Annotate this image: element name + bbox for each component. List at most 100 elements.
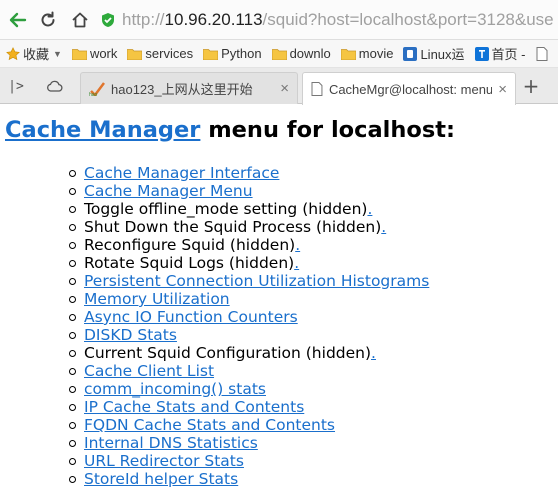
home-button[interactable] bbox=[68, 8, 92, 32]
menu-link[interactable]: StoreId helper Stats bbox=[84, 470, 238, 488]
menu-item[interactable]: Memory Utilization bbox=[69, 290, 429, 308]
page-title: Cache Manager menu for localhost: bbox=[5, 117, 455, 143]
bookmark-linux[interactable]: Linux运 bbox=[403, 44, 465, 63]
menu-item[interactable]: Cache Manager Menu bbox=[69, 182, 429, 200]
menu-link[interactable]: DISKD Stats bbox=[84, 326, 177, 344]
bullet-icon bbox=[69, 278, 76, 285]
menu-link[interactable]: Async IO Function Counters bbox=[84, 308, 298, 326]
bookmark-label: 首页 - bbox=[491, 47, 526, 62]
bookmark-label: services bbox=[145, 46, 194, 61]
tab-bar: |> hao hao123_上网从这里开始 × CacheMgr@localho… bbox=[0, 68, 558, 105]
menu-link[interactable]: FQDN Cache Stats and Contents bbox=[84, 416, 335, 434]
address-bar: http://10.96.20.113/squid?host=localhost… bbox=[0, 0, 558, 40]
menu-item[interactable]: Cache Client List bbox=[69, 362, 429, 380]
bullet-icon bbox=[69, 296, 76, 303]
linux-site-icon bbox=[403, 46, 418, 61]
menu-item[interactable]: DISKD Stats bbox=[69, 326, 429, 344]
menu-dot-link[interactable]: . bbox=[371, 344, 376, 362]
hao123-icon: hao bbox=[89, 81, 105, 96]
back-button[interactable] bbox=[6, 8, 30, 32]
menu-item[interactable]: Internal DNS Statistics bbox=[69, 434, 429, 452]
url-scheme: http:// bbox=[122, 10, 165, 29]
menu-link[interactable]: comm_incoming() stats bbox=[84, 380, 266, 398]
folder-icon bbox=[127, 48, 143, 60]
menu-link[interactable]: Cache Manager Menu bbox=[84, 182, 253, 200]
url-path: /squid?host=localhost&port=3128&use bbox=[262, 10, 554, 29]
menu-dot-link[interactable]: . bbox=[294, 254, 299, 272]
menu-dot-link[interactable]: . bbox=[381, 218, 386, 236]
menu-link[interactable]: Cache Manager Interface bbox=[84, 164, 279, 182]
menu-item[interactable]: Cache Manager Interface bbox=[69, 164, 429, 182]
bookmark-downlo[interactable]: downlo bbox=[271, 46, 331, 61]
menu-item: Toggle offline_mode setting (hidden). bbox=[69, 200, 429, 218]
tab-title: CacheMgr@localhost: menu bbox=[328, 81, 493, 97]
bullet-icon bbox=[69, 476, 76, 483]
menu-text: Shut Down the Squid Process (hidden) bbox=[84, 218, 382, 236]
page-content: Cache Manager menu for localhost: Cache … bbox=[0, 104, 558, 490]
url-host: 10.96.20.113 bbox=[164, 10, 263, 29]
bullet-icon bbox=[69, 170, 76, 177]
bullet-icon bbox=[69, 224, 76, 231]
menu-list: Cache Manager Interface Cache Manager Men… bbox=[69, 164, 429, 488]
bookmark-favorites[interactable]: 收藏 ▼ bbox=[6, 44, 62, 63]
bookmark-work[interactable]: work bbox=[71, 46, 118, 61]
menu-link[interactable]: Cache Client List bbox=[84, 362, 214, 380]
bullet-icon bbox=[69, 440, 76, 447]
menu-item: Current Squid Configuration (hidden). bbox=[69, 344, 429, 362]
bullet-icon bbox=[69, 350, 76, 357]
bookmark-label: 收藏 bbox=[23, 47, 50, 62]
folder-icon bbox=[203, 48, 219, 60]
menu-link[interactable]: Memory Utilization bbox=[84, 290, 230, 308]
bookmark-label: Linux运 bbox=[420, 47, 465, 62]
bullet-icon bbox=[69, 314, 76, 321]
menu-link[interactable]: IP Cache Stats and Contents bbox=[84, 398, 304, 416]
home-icon bbox=[72, 12, 88, 28]
menu-dot-link[interactable]: . bbox=[295, 236, 300, 254]
bullet-icon bbox=[69, 422, 76, 429]
menu-item[interactable]: comm_incoming() stats bbox=[69, 380, 429, 398]
bookmark-python[interactable]: Python bbox=[203, 46, 262, 61]
tab-cachemgr[interactable]: CacheMgr@localhost: menu × bbox=[302, 72, 516, 105]
menu-item[interactable]: Persistent Connection Utilization Histog… bbox=[69, 272, 429, 290]
menu-item[interactable]: FQDN Cache Stats and Contents bbox=[69, 416, 429, 434]
bookmark-movie[interactable]: movie bbox=[340, 46, 394, 61]
svg-text:hao: hao bbox=[89, 92, 98, 96]
bullet-icon bbox=[69, 368, 76, 375]
bookmark-overflow[interactable] bbox=[536, 46, 551, 61]
title-suffix: menu for localhost: bbox=[200, 117, 455, 143]
menu-link[interactable]: URL Redirector Stats bbox=[84, 452, 244, 470]
cloud-icon bbox=[46, 80, 63, 92]
url-field[interactable]: http://10.96.20.113/squid?host=localhost… bbox=[100, 6, 558, 34]
tab-hao123[interactable]: hao hao123_上网从这里开始 × bbox=[80, 72, 298, 104]
menu-link[interactable]: Internal DNS Statistics bbox=[84, 434, 258, 452]
bookmark-zhihu[interactable]: 首页 - bbox=[474, 44, 526, 63]
reload-button[interactable] bbox=[36, 8, 60, 32]
bookmark-services[interactable]: services bbox=[127, 46, 193, 61]
bookmark-label: Python bbox=[221, 46, 262, 61]
bullet-icon bbox=[69, 386, 76, 393]
reload-icon bbox=[41, 11, 55, 27]
tab-history-button[interactable]: |> bbox=[6, 77, 26, 95]
menu-dot-link[interactable]: . bbox=[367, 200, 372, 218]
folder-icon bbox=[71, 48, 87, 60]
bookmark-label: movie bbox=[358, 46, 394, 61]
menu-link[interactable]: Persistent Connection Utilization Histog… bbox=[84, 272, 429, 290]
bookmark-label: work bbox=[89, 46, 118, 61]
menu-item[interactable]: StoreId helper Stats bbox=[69, 470, 429, 488]
menu-item[interactable]: Async IO Function Counters bbox=[69, 308, 429, 326]
new-tab-button[interactable]: + bbox=[520, 74, 542, 98]
menu-item[interactable]: URL Redirector Stats bbox=[69, 452, 429, 470]
bullet-icon bbox=[69, 242, 76, 249]
menu-text: Rotate Squid Logs (hidden) bbox=[84, 254, 295, 272]
menu-item[interactable]: IP Cache Stats and Contents bbox=[69, 398, 429, 416]
menu-text: Current Squid Configuration (hidden) bbox=[84, 344, 372, 362]
zhihu-icon bbox=[474, 46, 489, 61]
close-icon[interactable]: × bbox=[280, 80, 289, 97]
cloud-button[interactable] bbox=[44, 77, 64, 95]
cache-manager-link[interactable]: Cache Manager bbox=[5, 117, 200, 143]
tab-title: hao123_上网从这里开始 bbox=[111, 82, 253, 97]
star-icon bbox=[6, 46, 20, 60]
bullet-icon bbox=[69, 458, 76, 465]
close-icon[interactable]: × bbox=[498, 81, 507, 98]
menu-text: Toggle offline_mode setting (hidden) bbox=[84, 200, 368, 218]
